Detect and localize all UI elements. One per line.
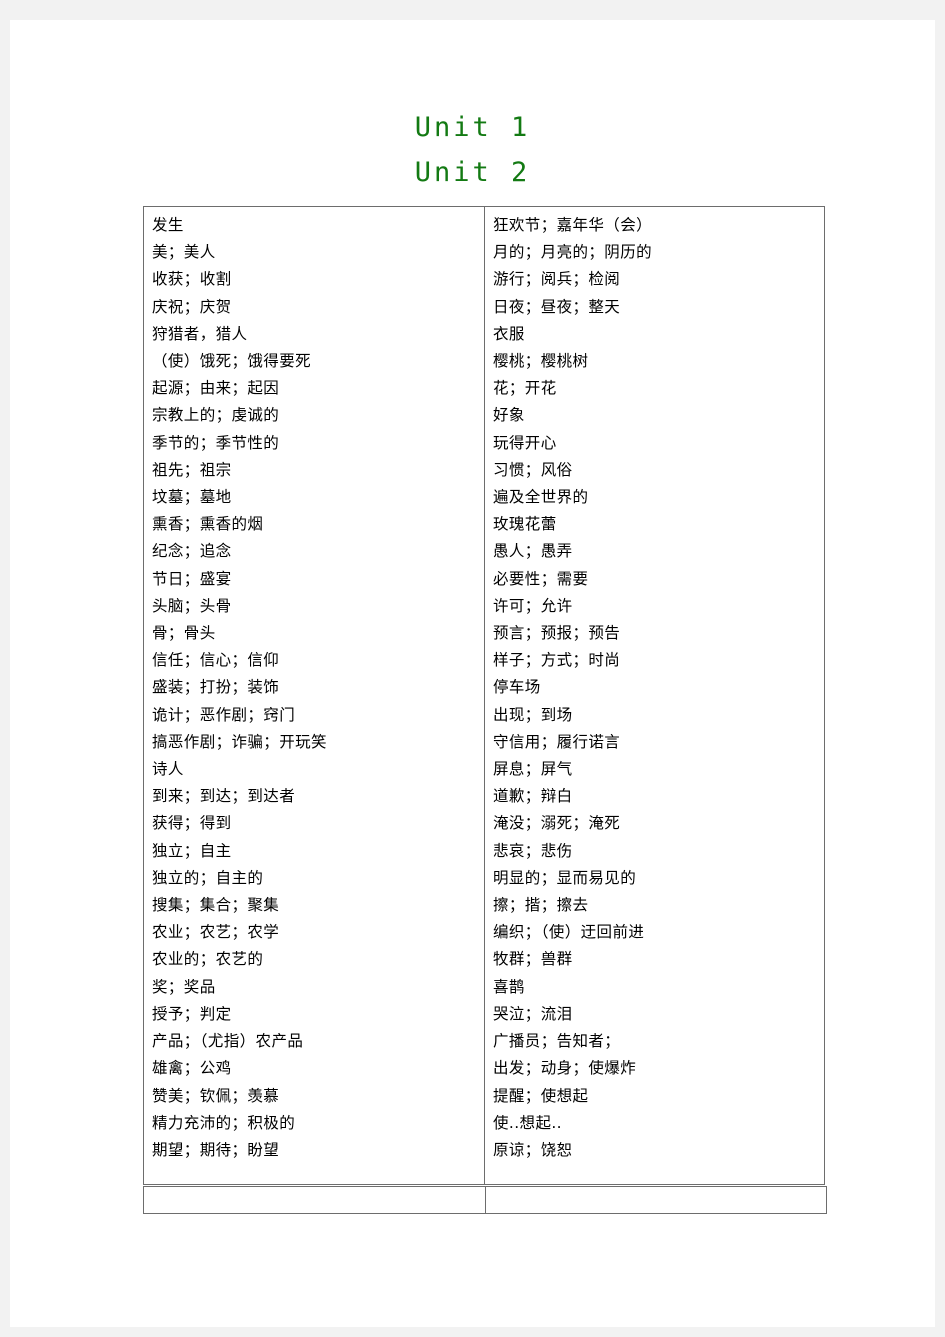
table-cell-unit-1: 发生美；美人收获；收割庆祝；庆贺狩猎者，猎人 （使）饿死；饿得要死 起源；由来；起因… [143, 205, 485, 1186]
word-list-unit-1: 发生美；美人收获；收割庆祝；庆贺狩猎者，猎人 （使）饿死；饿得要死 起源；由来；起因… [152, 212, 484, 1164]
vocabulary-entry: 守信用；履行诺言 [493, 732, 621, 751]
vocabulary-entry: 农业；农艺；农学 [152, 923, 280, 942]
vocabulary-entry: 屏息；屏气 [493, 760, 573, 779]
vocabulary-entry: 日夜；昼夜；整天 [493, 297, 621, 316]
vocabulary-entry: 独立的；自主的 [152, 868, 264, 887]
vocabulary-entry: 祖先；祖宗 [152, 460, 232, 479]
vocabulary-entry: 游行；阅兵；检阅 [493, 270, 621, 289]
vocabulary-entry: 停车场 [493, 678, 541, 697]
vocabulary-entry: 授予；判定 [152, 1004, 232, 1023]
vocabulary-entry: 诗人 [152, 760, 184, 779]
vocabulary-entry: 提醒；使想起 [493, 1086, 589, 1105]
vocabulary-entry: 出发；动身；使爆炸 [493, 1059, 637, 1078]
vocabulary-entry: 赞美；钦佩；羡慕 [152, 1086, 280, 1105]
vocabulary-entry: 道歉；辩白 [493, 787, 573, 806]
vocabulary-entry: 许可；允许 [493, 596, 573, 615]
vocabulary-entry: 宗教上的；虔诚的 [152, 406, 280, 425]
vocabulary-entry: 搞恶作剧；诈骗；开玩笑 [152, 732, 327, 751]
vocabulary-entry: 愚人；愚弄 [493, 542, 573, 561]
vocabulary-entry: 收获；收割 [152, 270, 232, 289]
vocabulary-entry: 广播员；告知者； [493, 1032, 621, 1051]
vocabulary-entry: 遍及全世界的 [493, 488, 589, 507]
vocabulary-entry: （使）饿死；饿得要死 [152, 352, 312, 371]
vocabulary-entry: 获得；得到 [152, 814, 232, 833]
vocabulary-entry: 美；美人 [152, 243, 216, 262]
table-row: 发生美；美人收获；收割庆祝；庆贺狩猎者，猎人 （使）饿死；饿得要死 起源；由来；起因… [143, 205, 825, 1186]
vocabulary-entry: 样子；方式；时尚 [493, 651, 621, 670]
heading-unit-1: Unit 1 [414, 112, 531, 143]
vocabulary-entry: 到来；到达；到达者 [152, 787, 296, 806]
vocabulary-entry: 淹没；溺死；淹死 [493, 814, 621, 833]
vocabulary-entry: 产品；（尤指）农产品 [152, 1032, 304, 1051]
vocabulary-entry: 牧群；兽群 [493, 950, 573, 969]
vocabulary-entry: 习惯；风俗 [493, 460, 573, 479]
vocabulary-entry: 玫瑰花蕾 [493, 515, 557, 534]
vocabulary-entry: 期望；期待；盼望 [152, 1140, 280, 1159]
heading-unit-2: Unit 2 [414, 157, 531, 188]
vocabulary-entry: 雄禽；公鸡 [152, 1059, 232, 1078]
vocabulary-entry: 编织；（使）迂回前进 [493, 923, 645, 942]
vocabulary-entry: 诡计；恶作剧；窍门 [152, 705, 296, 724]
vocabulary-entry: 发生 [152, 216, 184, 234]
vocabulary-entry: 悲哀；悲伤 [493, 841, 573, 860]
vocabulary-entry: 盛装；打扮；装饰 [152, 678, 280, 697]
vocabulary-entry: 季节的；季节性的 [152, 433, 280, 452]
empty-tail-table [143, 1186, 827, 1214]
vocabulary-entry: 出现；到场 [493, 705, 573, 724]
document-page: Unit 1 Unit 2 发生美；美人收获；收割庆祝；庆贺狩猎者，猎人 （使）饿… [10, 20, 935, 1327]
vocabulary-entry: 骨；骨头 [152, 624, 216, 643]
vocabulary-entry: 节日；盛宴 [152, 569, 232, 588]
vocabulary-entry: 搜集；集合；聚集 [152, 896, 280, 915]
vocabulary-entry: 擦；揩；擦去 [493, 896, 589, 915]
word-list-unit-2: 狂欢节；嘉年华（会） 月的；月亮的；阴历的 游行；阅兵；检阅 日夜；昼夜；整天 衣服樱桃… [493, 212, 824, 1164]
vocabulary-entry: 纪念；追念 [152, 542, 232, 561]
vocabulary-entry: 预言；预报；预告 [493, 624, 621, 643]
vocabulary-entry: 原谅；饶恕 [493, 1140, 573, 1159]
table-cell-unit-2: 狂欢节；嘉年华（会） 月的；月亮的；阴历的 游行；阅兵；检阅 日夜；昼夜；整天 衣服樱桃… [484, 205, 825, 1186]
vocabulary-entry: 奖；奖品 [152, 977, 216, 996]
vocabulary-entry: 头脑；头骨 [152, 596, 232, 615]
vocabulary-entry: 狩猎者，猎人 [152, 324, 248, 343]
vocabulary-entry: 起源；由来；起因 [152, 379, 280, 398]
vocabulary-entry: 庆祝；庆贺 [152, 297, 232, 316]
vocabulary-entry: 必要性；需要 [493, 569, 589, 588]
vocabulary-entry: 农业的；农艺的 [152, 950, 264, 969]
vocabulary-entry: 明显的；显而易见的 [493, 868, 637, 887]
page-headings: Unit 1 Unit 2 [10, 105, 935, 195]
vocabulary-entry: 狂欢节；嘉年华（会） [493, 216, 653, 234]
tail-cell-right [485, 1186, 827, 1214]
vocabulary-entry: 哭泣；流泪 [493, 1004, 573, 1023]
vocabulary-entry: 喜鹊 [493, 977, 525, 996]
vocabulary-entry: 花；开花 [493, 379, 557, 398]
vocabulary-entry: 独立；自主 [152, 841, 232, 860]
vocabulary-entry: 樱桃；樱桃树 [493, 352, 589, 371]
vocabulary-entry: 熏香；熏香的烟 [152, 515, 264, 534]
vocabulary-entry: 衣服 [493, 324, 525, 343]
vocabulary-entry: 坟墓；墓地 [152, 488, 232, 507]
vocabulary-table: 发生美；美人收获；收割庆祝；庆贺狩猎者，猎人 （使）饿死；饿得要死 起源；由来；起因… [143, 205, 825, 1186]
vocabulary-entry: 好象 [493, 406, 525, 425]
vocabulary-entry: 精力充沛的；积极的 [152, 1113, 296, 1132]
tail-cell-left [143, 1186, 486, 1214]
vocabulary-entry: 月的；月亮的；阴历的 [493, 243, 653, 262]
table-row [143, 1186, 827, 1214]
vocabulary-entry: 信任；信心；信仰 [152, 651, 280, 670]
vocabulary-entry: 使..想起.. [493, 1113, 563, 1132]
vocabulary-entry: 玩得开心 [493, 433, 557, 452]
